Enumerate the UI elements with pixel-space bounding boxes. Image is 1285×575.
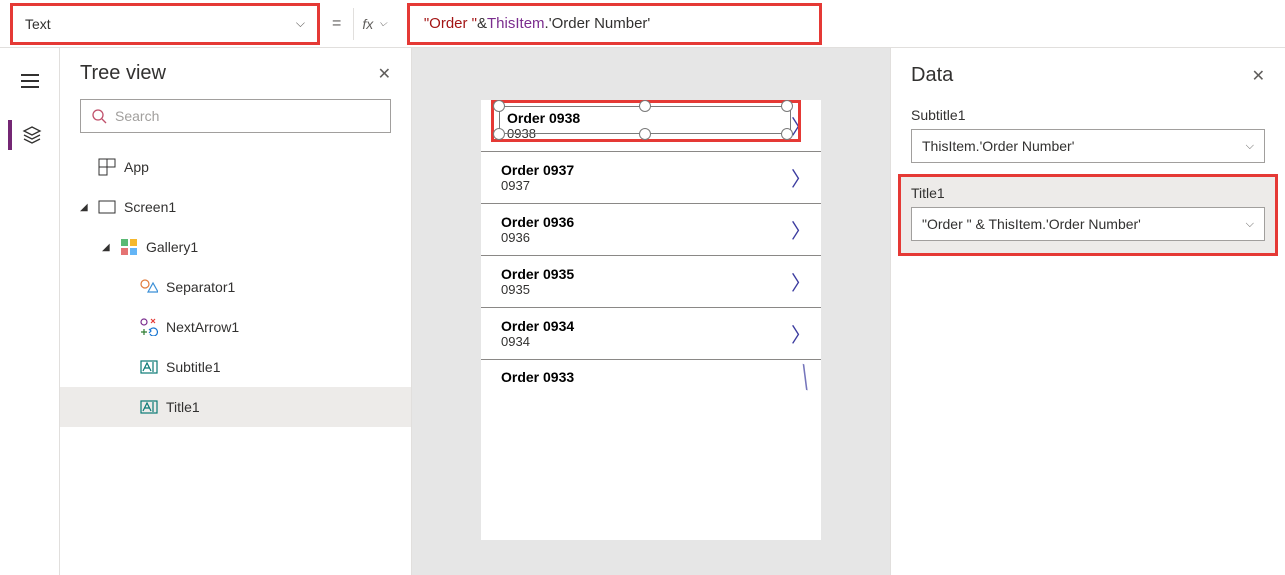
tree-item-label: App [124, 159, 149, 175]
resize-handle[interactable] [493, 128, 505, 140]
icons-icon [140, 318, 158, 336]
chevron-down-icon: ◢ [80, 202, 90, 213]
resize-handle[interactable] [781, 128, 793, 140]
equals-sign: = [332, 15, 341, 33]
row-subtitle: 0934 [501, 334, 574, 349]
chevron-right-icon[interactable]: ╲ [795, 363, 815, 391]
tree-list: App ◢ Screen1 ◢ Gallery1 Sep [60, 147, 411, 427]
resize-handle[interactable] [781, 100, 793, 112]
fx-label: fx [362, 16, 373, 32]
tree-item-label: Title1 [166, 399, 200, 415]
gallery-row[interactable]: Order 0937 0937 〉 [481, 152, 821, 204]
tree-item-label: Screen1 [124, 199, 176, 215]
tree-item-label: NextArrow1 [166, 319, 239, 335]
chevron-down-icon: ⌵ [1246, 140, 1254, 153]
search-icon [91, 108, 107, 124]
tree-item-screen[interactable]: ◢ Screen1 [60, 187, 411, 227]
tree-item-label: Subtitle1 [166, 359, 220, 375]
chevron-down-icon: ⌵ [296, 16, 305, 31]
row-title: Order 0933 [501, 369, 574, 385]
chevron-down-icon: ⌵ [379, 18, 387, 29]
data-field-label: Subtitle1 [911, 107, 1265, 123]
close-icon[interactable]: ✕ [1252, 66, 1265, 86]
canvas-area[interactable]: Order 0938 0938 〉 Order 0937 0937 〉 Orde… [412, 48, 890, 575]
gallery-row[interactable]: Order 0933 ╲ [481, 360, 821, 394]
chevron-right-icon[interactable]: 〉 [791, 111, 811, 140]
property-dropdown[interactable]: Text ⌵ [10, 3, 320, 45]
tree-view-rail-button[interactable] [8, 120, 48, 150]
resize-handle[interactable] [639, 100, 651, 112]
data-field-select[interactable]: ThisItem.'Order Number' ⌵ [911, 129, 1265, 163]
search-placeholder: Search [115, 108, 159, 124]
tree-view-title: Tree view [80, 62, 166, 85]
search-input[interactable]: Search [80, 99, 391, 133]
data-field-subtitle1: Subtitle1 ThisItem.'Order Number' ⌵ [911, 107, 1265, 163]
formula-token-property: 'Order Number' [549, 15, 651, 32]
shapes-icon [140, 278, 158, 296]
formula-token-string: "Order " [424, 15, 477, 32]
row-subtitle: 0938 [507, 126, 580, 141]
chevron-down-icon: ◢ [102, 242, 112, 253]
app-icon [98, 158, 116, 176]
row-title: Order 0937 [501, 162, 574, 178]
row-subtitle: 0935 [501, 282, 574, 297]
data-field-title1: Title1 "Order " & ThisItem.'Order Number… [898, 174, 1278, 256]
data-field-select[interactable]: "Order " & ThisItem.'Order Number' ⌵ [911, 207, 1265, 241]
gallery-icon [120, 238, 138, 256]
formula-input[interactable]: "Order " & ThisItem . 'Order Number' [407, 3, 822, 45]
chevron-right-icon[interactable]: 〉 [791, 163, 811, 192]
fx-button[interactable]: fx ⌵ [353, 8, 394, 40]
data-field-value: ThisItem.'Order Number' [922, 138, 1074, 154]
data-panel: Data ✕ Subtitle1 ThisItem.'Order Number'… [890, 48, 1285, 575]
row-title: Order 0934 [501, 318, 574, 334]
gallery-row[interactable]: Order 0938 0938 〉 [481, 100, 821, 152]
row-title: Order 0935 [501, 266, 574, 282]
tree-item-gallery[interactable]: ◢ Gallery1 [60, 227, 411, 267]
resize-handle[interactable] [493, 100, 505, 112]
screen-icon [98, 198, 116, 216]
chevron-right-icon[interactable]: 〉 [791, 267, 811, 296]
hamburger-icon [21, 74, 39, 88]
formula-bar: Text ⌵ = fx ⌵ "Order " & ThisItem . 'Ord… [0, 0, 1285, 48]
label-icon [140, 398, 158, 416]
hamburger-button[interactable] [10, 66, 50, 96]
left-rail [0, 48, 60, 575]
chevron-right-icon[interactable]: 〉 [791, 215, 811, 244]
tree-view-panel: Tree view ✕ Search App ◢ [60, 48, 412, 575]
tree-item-separator[interactable]: Separator1 [60, 267, 411, 307]
tree-item-title[interactable]: Title1 [60, 387, 411, 427]
data-field-value: "Order " & ThisItem.'Order Number' [922, 216, 1141, 232]
formula-token-operator: & [477, 15, 487, 32]
resize-handle[interactable] [639, 128, 651, 140]
data-panel-title: Data [911, 64, 953, 87]
tree-item-label: Separator1 [166, 279, 235, 295]
row-subtitle: 0937 [501, 178, 574, 193]
close-icon[interactable]: ✕ [378, 64, 391, 84]
data-field-label: Title1 [911, 185, 1265, 201]
chevron-right-icon[interactable]: 〉 [791, 319, 811, 348]
formula-token-object: ThisItem [487, 15, 545, 32]
row-title: Order 0936 [501, 214, 574, 230]
gallery-row[interactable]: Order 0935 0935 〉 [481, 256, 821, 308]
row-title: Order 0938 [507, 110, 580, 126]
tree-item-app[interactable]: App [60, 147, 411, 187]
layers-icon [22, 125, 42, 145]
phone-screen: Order 0938 0938 〉 Order 0937 0937 〉 Orde… [481, 100, 821, 540]
tree-item-label: Gallery1 [146, 239, 198, 255]
label-icon [140, 358, 158, 376]
row-subtitle: 0936 [501, 230, 574, 245]
chevron-down-icon: ⌵ [1246, 218, 1254, 231]
gallery-row[interactable]: Order 0936 0936 〉 [481, 204, 821, 256]
tree-item-nextarrow[interactable]: NextArrow1 [60, 307, 411, 347]
tree-item-subtitle[interactable]: Subtitle1 [60, 347, 411, 387]
gallery-row[interactable]: Order 0934 0934 〉 [481, 308, 821, 360]
property-dropdown-value: Text [25, 16, 51, 32]
